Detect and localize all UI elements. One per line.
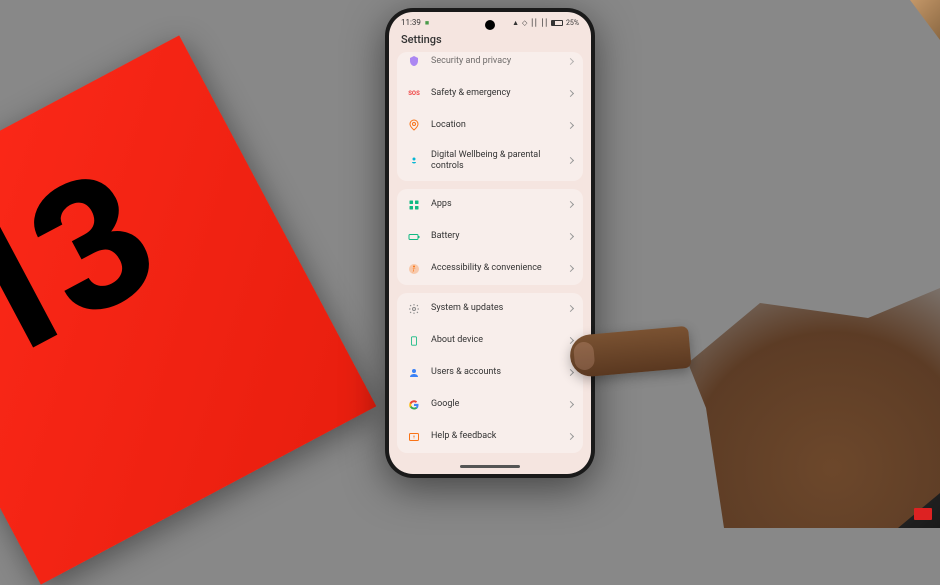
chevron-right-icon: [567, 57, 574, 64]
chevron-right-icon: [567, 305, 574, 312]
location-icon: [407, 118, 421, 132]
wellbeing-icon: [407, 154, 421, 168]
signal-icon: ⎮⎮: [530, 19, 537, 27]
page-title: Settings: [389, 29, 591, 52]
product-box: 13: [0, 35, 376, 584]
settings-item-accessibility[interactable]: Accessibility & convenience: [397, 253, 583, 285]
home-indicator[interactable]: [460, 465, 520, 468]
settings-item-system[interactable]: System & updates: [397, 293, 583, 325]
battery-icon: [551, 20, 563, 26]
help-icon: [407, 430, 421, 444]
settings-item-safety[interactable]: SOS Safety & emergency: [397, 77, 583, 109]
chevron-right-icon: [567, 433, 574, 440]
settings-item-wellbeing[interactable]: Digital Wellbeing & parental controls: [397, 141, 583, 181]
item-label: System & updates: [431, 303, 558, 314]
red-accent-br: [914, 508, 932, 520]
accessibility-icon: [407, 262, 421, 276]
chevron-right-icon: [567, 369, 574, 376]
item-label: Battery: [431, 231, 558, 242]
item-label: Location: [431, 120, 558, 131]
settings-item-apps[interactable]: Apps: [397, 189, 583, 221]
item-label: Users & accounts: [431, 367, 558, 378]
background-corner-tr: [890, 0, 940, 40]
item-label: Accessibility & convenience: [431, 263, 558, 274]
settings-group-2: Apps Battery Accessibility & convenience: [397, 189, 583, 285]
item-label: Apps: [431, 199, 558, 210]
finger: [568, 326, 691, 378]
settings-group-1: Security and privacy SOS Safety & emerge…: [397, 52, 583, 181]
phone-frame: 11:39 ■ ▲ ◇ ⎮⎮ ⎮⎮ 25% Settings: [385, 8, 595, 478]
chevron-right-icon: [567, 201, 574, 208]
settings-item-about[interactable]: About device: [397, 325, 583, 357]
about-icon: [407, 334, 421, 348]
chevron-right-icon: [567, 157, 574, 164]
settings-group-3: System & updates About device Users & ac…: [397, 293, 583, 453]
battery-pct: 25%: [566, 19, 579, 27]
wifi-icon: ◇: [522, 19, 527, 27]
shield-icon: [407, 54, 421, 68]
hand: [580, 228, 940, 528]
chevron-right-icon: [567, 89, 574, 96]
settings-list[interactable]: Security and privacy SOS Safety & emerge…: [389, 52, 591, 453]
settings-item-google[interactable]: Google: [397, 389, 583, 421]
airplane-icon: ▲: [512, 19, 519, 27]
settings-item-location[interactable]: Location: [397, 109, 583, 141]
users-icon: [407, 366, 421, 380]
box-number: 13: [0, 133, 180, 407]
signal-icon-2: ⎮⎮: [541, 19, 548, 27]
settings-item-battery[interactable]: Battery: [397, 221, 583, 253]
settings-item-help[interactable]: Help & feedback: [397, 421, 583, 453]
chevron-right-icon: [567, 233, 574, 240]
google-icon: [407, 398, 421, 412]
item-label: About device: [431, 335, 558, 346]
item-label: Google: [431, 399, 558, 410]
sos-icon: SOS: [407, 86, 421, 100]
chevron-right-icon: [567, 121, 574, 128]
settings-item-security[interactable]: Security and privacy: [397, 52, 583, 77]
chevron-right-icon: [567, 265, 574, 272]
item-label: Safety & emergency: [431, 88, 558, 99]
item-label: Help & feedback: [431, 431, 558, 442]
item-label: Security and privacy: [431, 56, 558, 67]
phone-screen: 11:39 ■ ▲ ◇ ⎮⎮ ⎮⎮ 25% Settings: [389, 12, 591, 474]
battery-icon: [407, 230, 421, 244]
status-time: 11:39: [401, 18, 421, 27]
item-label: Digital Wellbeing & parental controls: [431, 150, 558, 172]
apps-icon: [407, 198, 421, 212]
system-icon: [407, 302, 421, 316]
settings-item-users[interactable]: Users & accounts: [397, 357, 583, 389]
camera-hole: [485, 20, 495, 30]
message-icon: ■: [425, 19, 429, 27]
chevron-right-icon: [567, 401, 574, 408]
